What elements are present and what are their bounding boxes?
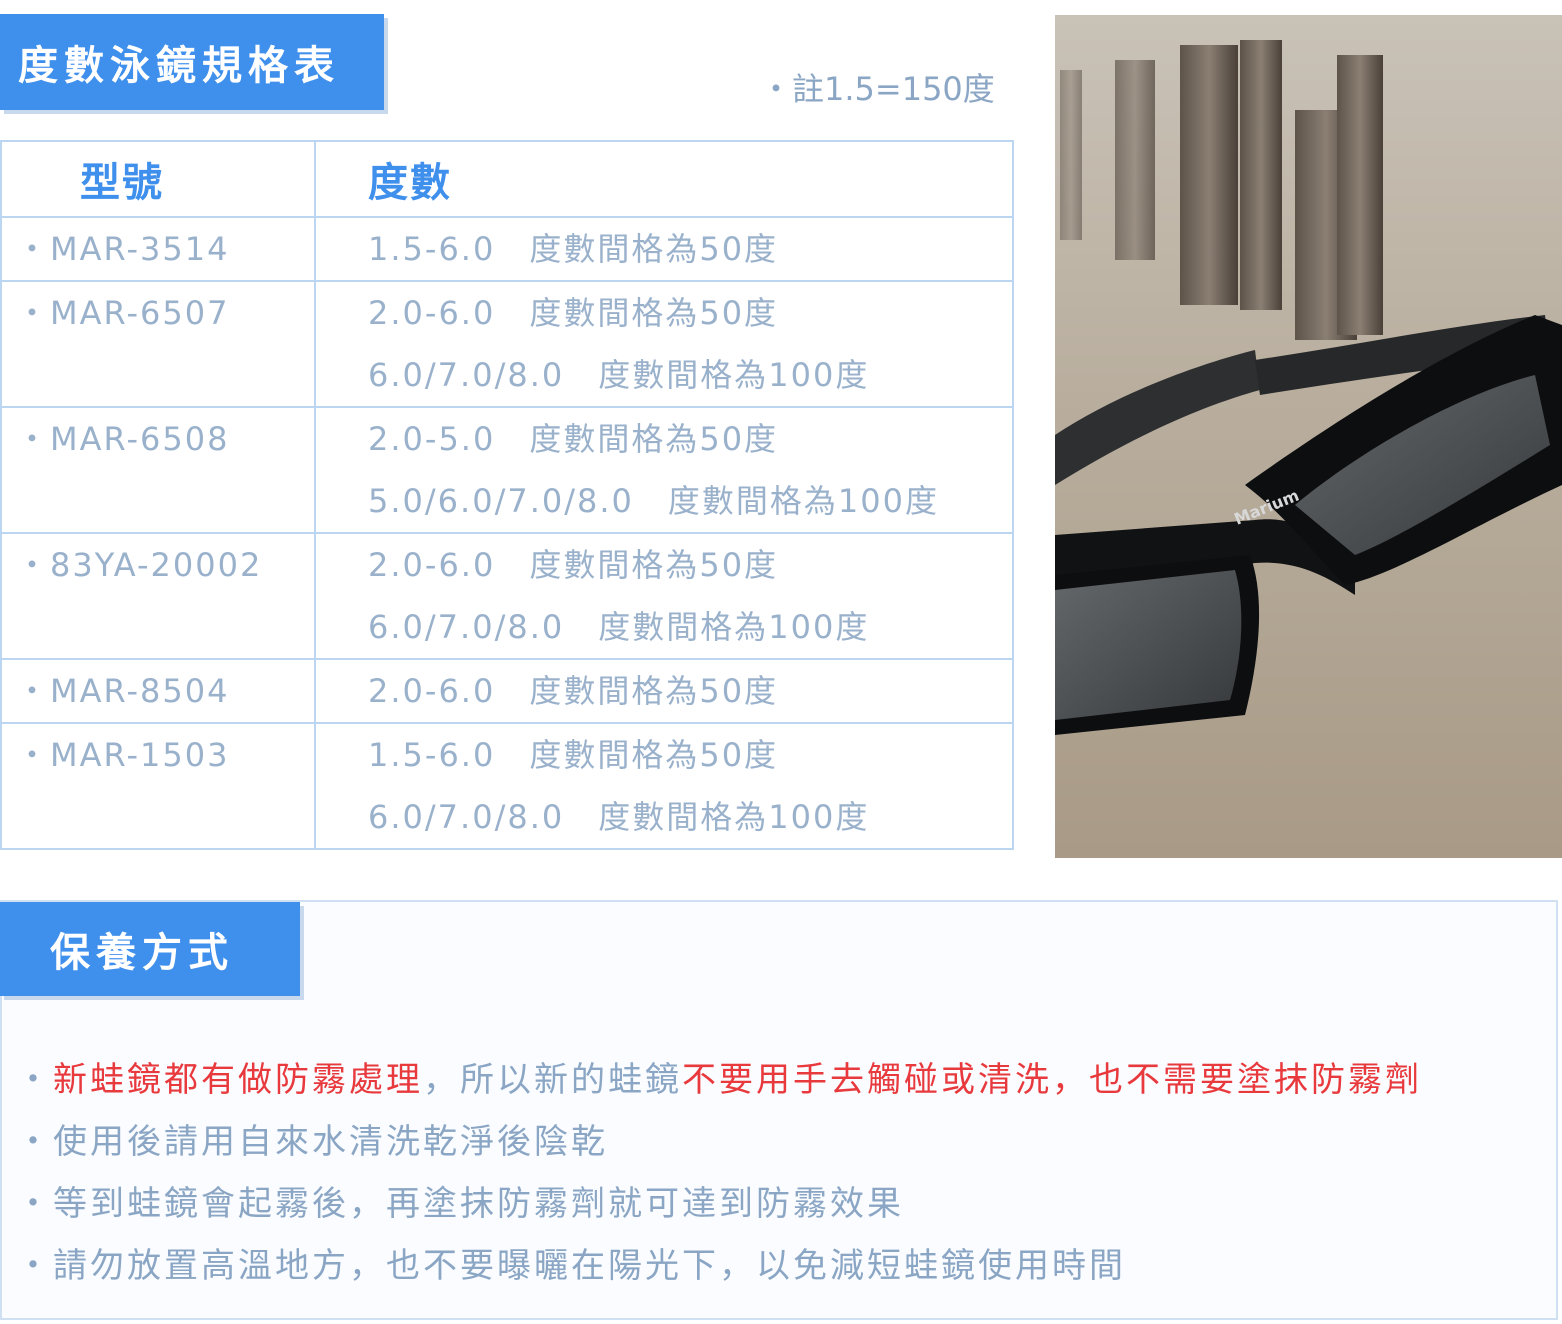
degree-note: ・註1.5=150度 (760, 70, 995, 108)
degree-cell: 2.0-5.0 度數間格為50度 5.0/6.0/7.0/8.0 度數間格為100… (314, 406, 1014, 534)
model-cell: ・MAR-1503 (0, 722, 316, 850)
care-item-2: ・使用後請用自來水清洗乾淨後陰乾 (16, 1122, 608, 1162)
table-row: ・MAR-6507 2.0-6.0 度數間格為50度 6.0/7.0/8.0 度數… (0, 280, 1014, 408)
spec-section-title: 度數泳鏡規格表 (0, 14, 384, 110)
model-cell: ・MAR-3514 (0, 216, 316, 282)
model-cell: ・83YA-20002 (0, 532, 316, 660)
care-item-3: ・等到蛙鏡會起霧後，再塗抹防霧劑就可達到防霧效果 (16, 1184, 904, 1224)
table-row: ・MAR-8504 2.0-6.0 度數間格為50度 (0, 658, 1014, 724)
degree-cell: 1.5-6.0 度數間格為50度 6.0/7.0/8.0 度數間格為100度 (314, 722, 1014, 850)
model-cell: ・MAR-6507 (0, 280, 316, 408)
degree-cell: 2.0-6.0 度數間格為50度 6.0/7.0/8.0 度數間格為100度 (314, 280, 1014, 408)
table-row: ・MAR-6508 2.0-5.0 度數間格為50度 5.0/6.0/7.0/8.… (0, 406, 1014, 534)
care-item-4: ・請勿放置高溫地方，也不要曝曬在陽光下，以免減短蛙鏡使用時間 (16, 1246, 1126, 1286)
spec-table-header: 型號 度數 (0, 140, 1014, 218)
degree-cell: 1.5-6.0 度數間格為50度 (314, 216, 1014, 282)
header-model: 型號 (0, 140, 316, 218)
model-cell: ・MAR-6508 (0, 406, 316, 534)
header-degree: 度數 (314, 140, 1014, 218)
degree-cell: 2.0-6.0 度數間格為50度 (314, 658, 1014, 724)
table-row: ・MAR-1503 1.5-6.0 度數間格為50度 6.0/7.0/8.0 度數… (0, 722, 1014, 850)
goggles-photo: Marium (1055, 15, 1562, 858)
table-row: ・83YA-20002 2.0-6.0 度數間格為50度 6.0/7.0/8.0 … (0, 532, 1014, 660)
care-section-title: 保養方式 (0, 902, 300, 996)
spec-table: 型號 度數 ・MAR-3514 1.5-6.0 度數間格為50度 ・MAR-65… (0, 140, 1014, 850)
table-row: ・MAR-3514 1.5-6.0 度數間格為50度 (0, 216, 1014, 282)
model-cell: ・MAR-8504 (0, 658, 316, 724)
care-item-1: ・新蛙鏡都有做防霧處理，所以新的蛙鏡不要用手去觸碰或清洗，也不需要塗抹防霧劑 (16, 1060, 1422, 1100)
degree-cell: 2.0-6.0 度數間格為50度 6.0/7.0/8.0 度數間格為100度 (314, 532, 1014, 660)
